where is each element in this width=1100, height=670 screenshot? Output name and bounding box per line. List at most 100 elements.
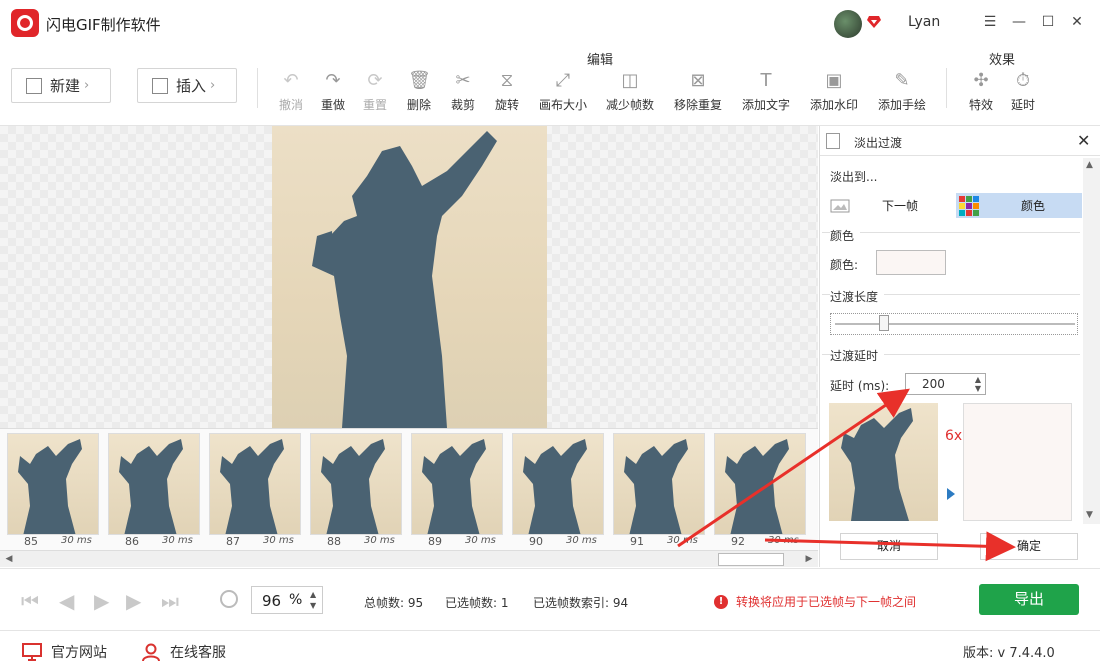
frame-duration: 30 ms	[162, 535, 193, 546]
crop-button[interactable]: ✂ 裁剪	[447, 70, 479, 116]
frame-image	[7, 433, 99, 535]
rotate-icon: ⧖	[500, 70, 514, 91]
redo-icon: ↷	[325, 70, 341, 91]
frame-thumbnail[interactable]: 89 30 ms	[411, 433, 503, 549]
user-icon	[142, 643, 160, 661]
effects-group-label: 效果	[989, 53, 1016, 68]
frame-thumbnail[interactable]: 91 30 ms	[613, 433, 705, 549]
effects-icon: ✣	[973, 70, 989, 91]
online-support-link[interactable]: 在线客服	[141, 642, 226, 662]
option-next-frame-label: 下一帧	[882, 199, 919, 213]
canvas-size-icon: ⤢	[555, 70, 571, 91]
frame-image	[714, 433, 806, 535]
online-support-label: 在线客服	[170, 645, 226, 661]
play-icon[interactable]: ▶	[94, 589, 109, 613]
ok-button[interactable]: 确定	[980, 533, 1078, 560]
username[interactable]: Lyan	[908, 14, 940, 30]
frame-image	[209, 433, 301, 535]
spin-down-icon[interactable]: ▼	[310, 601, 316, 610]
delete-button[interactable]: 🗑 删除	[403, 70, 435, 116]
scroll-left-icon[interactable]: ◀	[2, 552, 16, 566]
frame-thumbnail[interactable]: 88 30 ms	[310, 433, 402, 549]
scroll-right-icon[interactable]: ▶	[802, 552, 816, 566]
scrollbar-thumb[interactable]	[718, 553, 784, 566]
menu-icon[interactable]: ☰	[982, 14, 998, 30]
spin-up-icon[interactable]: ▲	[975, 375, 981, 384]
first-frame-icon[interactable]: ⏮	[21, 589, 39, 613]
official-website-link[interactable]: 官方网站	[22, 642, 107, 662]
delay-value: 200	[922, 377, 945, 391]
preview-target-color	[963, 403, 1072, 521]
avatar[interactable]	[834, 10, 862, 38]
frame-image	[108, 433, 200, 535]
last-frame-icon[interactable]: ⏭	[161, 589, 179, 613]
play-icon[interactable]	[947, 488, 955, 500]
next-frame-icon[interactable]: ▶	[126, 589, 141, 613]
option-color[interactable]: 颜色	[956, 193, 1082, 218]
minimize-icon[interactable]: —	[1011, 14, 1027, 30]
frame-image	[310, 433, 402, 535]
chevron-right-icon: ›	[84, 78, 90, 93]
insert-button[interactable]: 插入 ›	[137, 68, 237, 103]
remove-duplicates-button[interactable]: ⊠ 移除重复	[672, 70, 724, 116]
undo-button[interactable]: ↶ 撤消	[275, 70, 307, 116]
frame-thumbnail[interactable]: 85 30 ms	[7, 433, 99, 549]
spin-down-icon[interactable]: ▼	[975, 384, 981, 393]
frame-filmstrip[interactable]: 85 30 ms 86 30 ms 87 30 ms 88 30 ms 89 3…	[0, 428, 818, 550]
scroll-up-icon[interactable]: ▲	[1086, 160, 1093, 170]
frame-duration: 30 ms	[768, 535, 799, 546]
maximize-icon[interactable]: ☐	[1040, 14, 1056, 30]
delay-spinbox[interactable]: 200 ▲ ▼	[905, 373, 986, 395]
panel-scrollbar[interactable]: ▲ ▼	[1083, 158, 1100, 524]
frame-thumbnail[interactable]: 86 30 ms	[108, 433, 200, 549]
zoom-spinbox[interactable]: 96 % ▲ ▼	[251, 586, 323, 614]
add-watermark-button[interactable]: ▣ 添加水印	[808, 70, 860, 116]
redo-button[interactable]: ↷ 重做	[317, 70, 349, 116]
frame-thumbnail[interactable]: 90 30 ms	[512, 433, 604, 549]
monitor-icon	[22, 643, 42, 661]
canvas-area[interactable]	[0, 126, 818, 428]
zoom-value: 96	[262, 592, 282, 610]
close-icon[interactable]: ✕	[1077, 131, 1090, 150]
frame-thumbnail[interactable]: 87 30 ms	[209, 433, 301, 549]
add-text-button[interactable]: T 添加文字	[740, 70, 792, 116]
color-picker-swatch[interactable]	[876, 250, 946, 275]
reset-button[interactable]: ⟳ 重置	[359, 70, 391, 116]
delay-button[interactable]: ⏱ 延时	[1007, 70, 1039, 116]
panel-title: 淡出过渡	[854, 136, 903, 150]
frame-duration: 30 ms	[364, 535, 395, 546]
frame-image	[411, 433, 503, 535]
frame-number: 86	[125, 535, 139, 548]
cancel-button[interactable]: 取消	[840, 533, 938, 560]
rotate-button[interactable]: ⧖ 旋转	[491, 70, 523, 116]
warning-text: 转换将应用于已选帧与下一帧之间	[736, 595, 917, 609]
warning-message: ! 转换将应用于已选帧与下一帧之间	[714, 593, 916, 610]
frame-duration: 30 ms	[667, 535, 698, 546]
reduce-frames-button[interactable]: ◫ 减少帧数	[604, 70, 656, 116]
slider-knob[interactable]	[879, 315, 889, 331]
current-frame-image	[272, 126, 547, 428]
previous-frame-icon[interactable]: ◀	[59, 589, 74, 613]
spin-up-icon[interactable]: ▲	[310, 590, 316, 599]
undo-icon: ↶	[283, 70, 299, 91]
close-icon[interactable]: ✕	[1069, 14, 1085, 30]
filmstrip-scrollbar[interactable]: ◀ ▶	[0, 550, 818, 567]
frame-duration: 30 ms	[465, 535, 496, 546]
effects-button[interactable]: ✣ 特效	[965, 70, 997, 116]
panel-header: 淡出过渡 ✕	[820, 126, 1100, 156]
option-next-frame[interactable]: 下一帧	[830, 193, 950, 218]
insert-label: 插入	[176, 77, 207, 95]
new-button[interactable]: 新建 ›	[11, 68, 111, 103]
frame-thumbnail[interactable]: 92 30 ms	[714, 433, 806, 549]
transition-length-slider[interactable]	[830, 313, 1078, 335]
export-button[interactable]: 导出	[979, 584, 1079, 615]
edit-group-label: 编辑	[587, 53, 614, 68]
add-drawing-button[interactable]: ✎ 添加手绘	[876, 70, 928, 116]
warning-icon: !	[714, 594, 728, 609]
frame-duration: 30 ms	[61, 535, 92, 546]
panel-collapse-icon[interactable]	[826, 133, 840, 149]
canvas-size-button[interactable]: ⤢ 画布大小	[537, 70, 589, 116]
scroll-down-icon[interactable]: ▼	[1086, 510, 1093, 520]
frame-image	[613, 433, 705, 535]
new-label: 新建	[50, 77, 81, 95]
